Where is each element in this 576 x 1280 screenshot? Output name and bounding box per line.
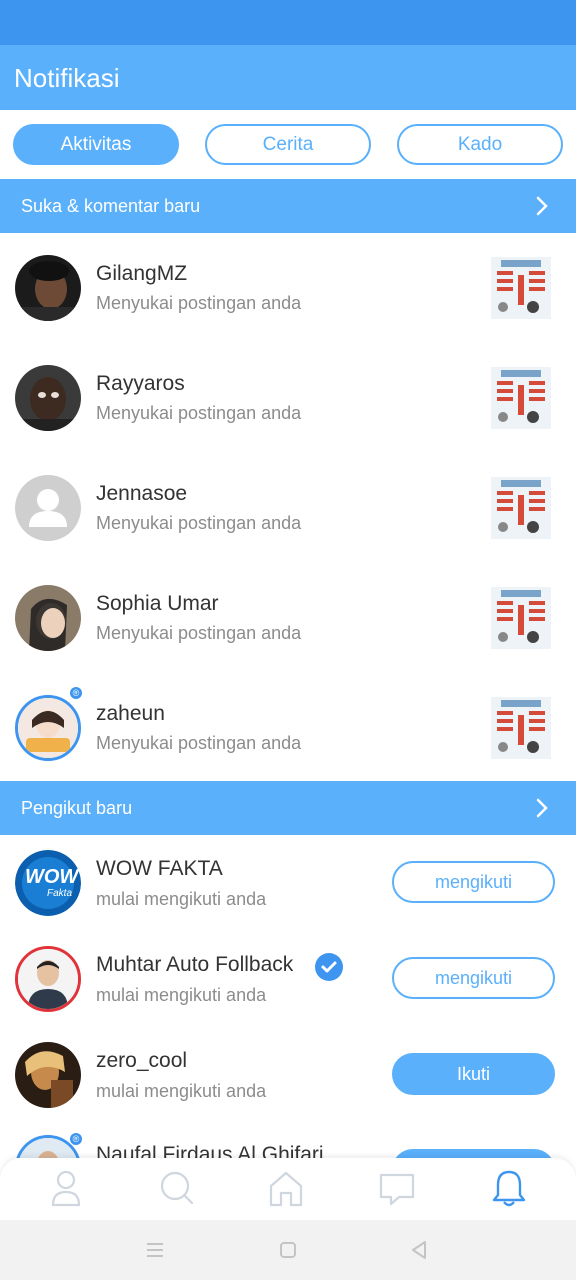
user-name[interactable]: Jennasoe: [96, 482, 187, 506]
avatar[interactable]: [15, 585, 81, 651]
list-item[interactable]: ® zaheun Menyukai postingan anda: [0, 673, 576, 783]
post-thumbnail[interactable]: [491, 477, 551, 539]
follow-button[interactable]: [392, 1149, 555, 1158]
tab-aktivitas[interactable]: Aktivitas: [13, 124, 179, 165]
user-name[interactable]: zaheun: [96, 702, 165, 726]
bell-icon[interactable]: [489, 1168, 529, 1208]
chat-icon[interactable]: [377, 1168, 417, 1208]
verified-badge-icon: [315, 953, 343, 981]
user-name[interactable]: Rayyaros: [96, 372, 185, 396]
tab-bar: Aktivitas Cerita Kado: [0, 110, 576, 178]
likes-section-header[interactable]: Suka & komentar baru: [0, 179, 576, 233]
list-item[interactable]: WOW Fakta WOW FAKTA mulai mengikuti anda…: [0, 835, 576, 931]
post-thumbnail[interactable]: [491, 587, 551, 649]
profile-icon[interactable]: [46, 1168, 86, 1208]
list-item[interactable]: zero_cool mulai mengikuti anda Ikuti: [0, 1027, 576, 1123]
following-button[interactable]: mengikuti: [392, 861, 555, 903]
list-item[interactable]: Muhtar Auto Follback mulai mengikuti and…: [0, 931, 576, 1027]
menu-icon[interactable]: [144, 1239, 166, 1261]
list-item[interactable]: Jennasoe Menyukai postingan anda: [0, 453, 576, 563]
user-name[interactable]: zero_cool: [96, 1049, 187, 1073]
wow-logo-text: WOW: [25, 866, 79, 888]
post-thumbnail[interactable]: [491, 697, 551, 759]
page-title: Notifikasi: [14, 63, 120, 93]
wow-logo-subtext: Fakta: [47, 888, 73, 899]
tab-cerita[interactable]: Cerita: [205, 124, 371, 165]
activity-text: mulai mengikuti anda: [96, 889, 267, 909]
activity-text: mulai mengikuti anda: [96, 985, 267, 1005]
tab-kado[interactable]: Kado: [397, 124, 563, 165]
default-avatar-icon[interactable]: [15, 475, 81, 541]
chevron-right-icon: [536, 798, 548, 818]
list-item[interactable]: GilangMZ Menyukai postingan anda: [0, 233, 576, 343]
registered-badge-icon: ®: [70, 1133, 82, 1145]
chevron-right-icon: [536, 196, 548, 216]
avatar[interactable]: [15, 255, 81, 321]
square-home-icon[interactable]: [277, 1239, 299, 1261]
activity-text: Menyukai postingan anda: [96, 403, 302, 423]
user-name[interactable]: Naufal Firdaus Al Ghifari: [96, 1143, 324, 1158]
list-item[interactable]: ® Naufal Firdaus Al Ghifari: [0, 1123, 576, 1158]
avatar[interactable]: WOW Fakta: [15, 850, 81, 916]
activity-text: Menyukai postingan anda: [96, 293, 302, 313]
avatar[interactable]: [15, 695, 81, 761]
followers-section-header[interactable]: Pengikut baru: [0, 781, 576, 835]
followers-section-title: Pengikut baru: [21, 798, 133, 818]
avatar[interactable]: [15, 946, 81, 1012]
avatar[interactable]: [15, 1042, 81, 1108]
post-thumbnail[interactable]: [491, 257, 551, 319]
avatar[interactable]: [15, 365, 81, 431]
follow-button[interactable]: Ikuti: [392, 1053, 555, 1095]
list-item[interactable]: Rayyaros Menyukai postingan anda: [0, 343, 576, 453]
registered-badge-icon: ®: [70, 687, 82, 699]
back-icon[interactable]: [408, 1239, 430, 1261]
app-bar: Notifikasi: [0, 45, 576, 110]
user-name[interactable]: WOW FAKTA: [96, 857, 223, 881]
post-thumbnail[interactable]: [491, 367, 551, 429]
following-button[interactable]: mengikuti: [392, 957, 555, 999]
activity-text: mulai mengikuti anda: [96, 1081, 267, 1101]
search-icon[interactable]: [156, 1168, 196, 1208]
bottom-navigation: [0, 1158, 576, 1220]
user-name[interactable]: Sophia Umar: [96, 592, 219, 616]
activity-text: Menyukai postingan anda: [96, 513, 302, 533]
user-name[interactable]: Muhtar Auto Follback: [96, 953, 293, 977]
activity-text: Menyukai postingan anda: [96, 733, 302, 753]
likes-section-title: Suka & komentar baru: [21, 196, 201, 216]
activity-text: Menyukai postingan anda: [96, 623, 302, 643]
home-icon[interactable]: [266, 1168, 306, 1208]
list-item[interactable]: Sophia Umar Menyukai postingan anda: [0, 563, 576, 673]
status-bar: [0, 0, 576, 45]
user-name[interactable]: GilangMZ: [96, 262, 187, 286]
system-navigation-bar: [0, 1220, 576, 1280]
